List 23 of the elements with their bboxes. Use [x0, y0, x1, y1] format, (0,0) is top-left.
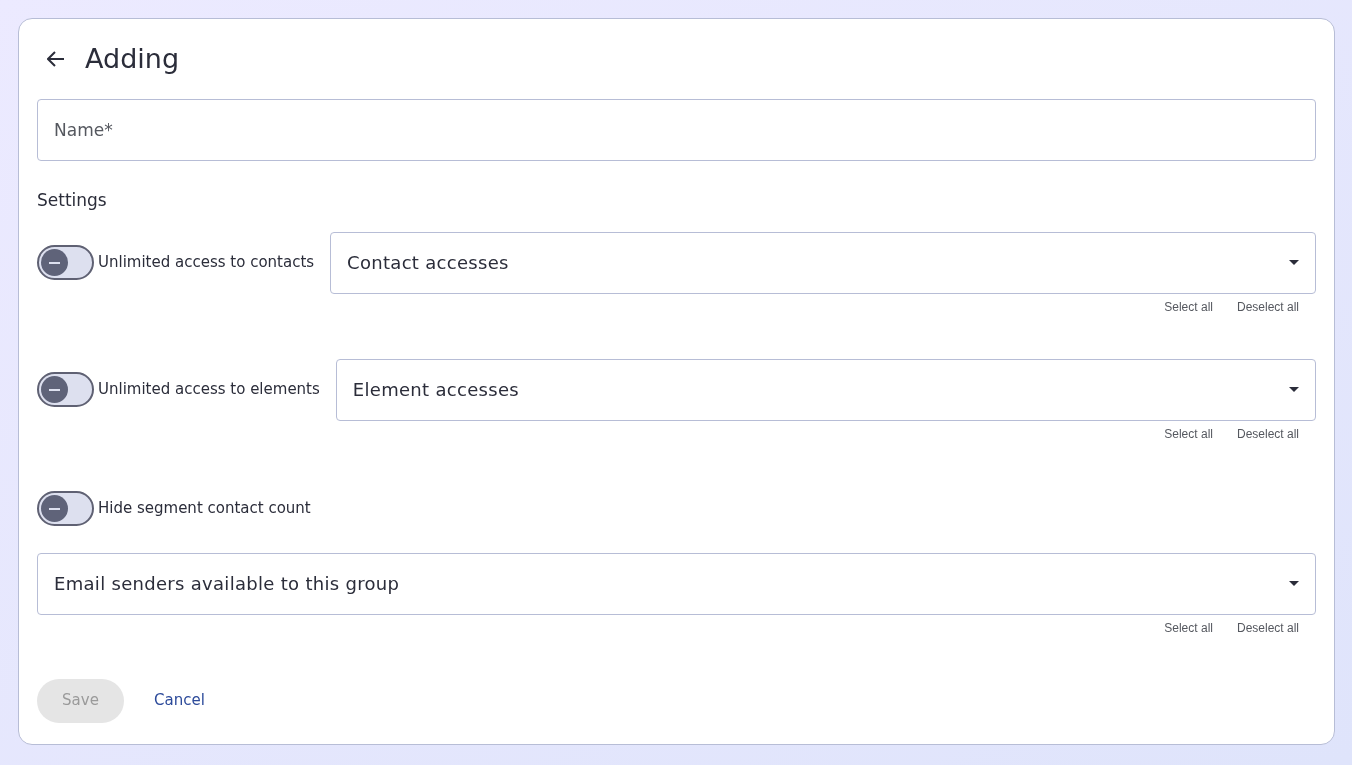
- caret-icon: [1289, 260, 1299, 265]
- cancel-link[interactable]: Cancel: [154, 689, 205, 712]
- toggle-label: Unlimited access to contacts: [98, 252, 315, 274]
- back-arrow-icon[interactable]: [47, 51, 65, 67]
- toggle-label: Unlimited access to elements: [98, 379, 320, 401]
- toggle-switch[interactable]: [37, 491, 94, 526]
- dropdown-field[interactable]: Email senders available to this group: [37, 552, 1316, 615]
- select-action-link[interactable]: Select all: [1164, 426, 1213, 441]
- name-input-field[interactable]: Name*: [37, 99, 1316, 161]
- select-action-link[interactable]: Deselect all: [1236, 299, 1299, 314]
- select-action-link[interactable]: Deselect all: [1236, 620, 1299, 635]
- select-action-link[interactable]: Deselect all: [1236, 426, 1299, 441]
- caret-icon: [1289, 581, 1299, 586]
- dropdown-field[interactable]: Element accesses: [335, 358, 1316, 421]
- toggle-switch[interactable]: [37, 245, 94, 280]
- page-title: Adding: [85, 41, 180, 76]
- caret-icon: [1289, 387, 1299, 392]
- toggle-label: Hide segment contact count: [98, 498, 311, 520]
- section-title: Settings: [37, 189, 108, 212]
- toggle-switch[interactable]: [37, 372, 94, 407]
- select-action-link[interactable]: Select all: [1164, 299, 1213, 314]
- select-action-link[interactable]: Select all: [1164, 620, 1213, 635]
- dropdown-field[interactable]: Contact accesses: [330, 231, 1316, 294]
